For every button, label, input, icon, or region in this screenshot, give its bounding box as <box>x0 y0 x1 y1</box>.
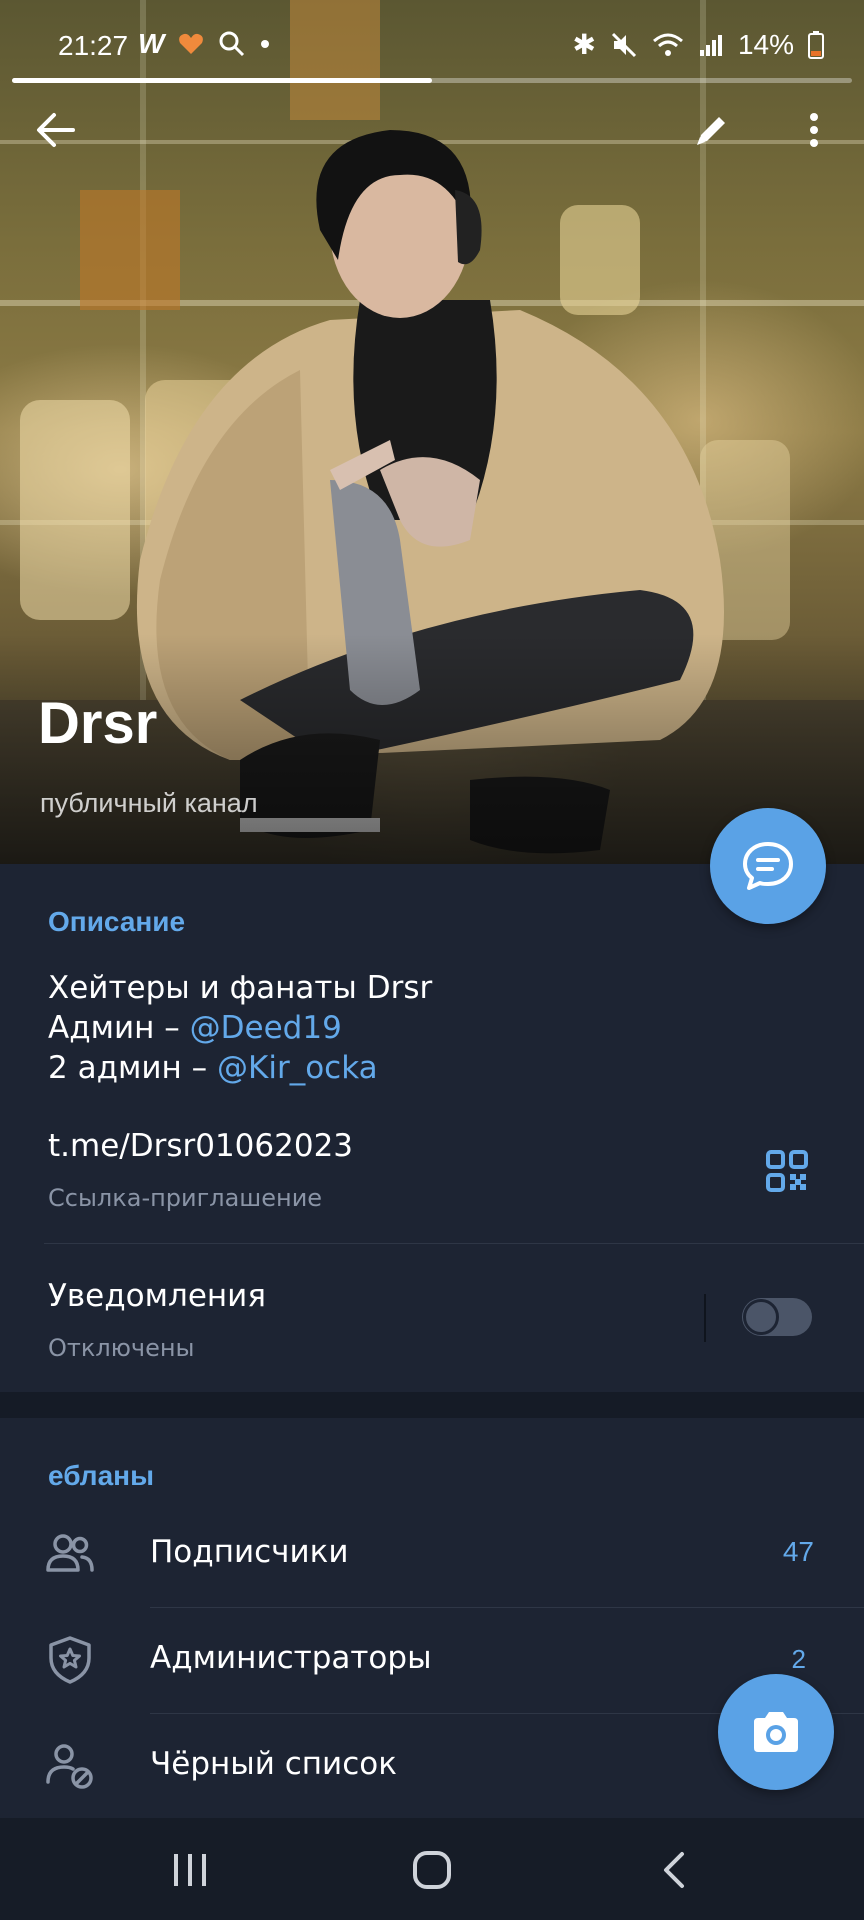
dot-icon <box>261 40 270 48</box>
channel-header-photo[interactable]: 21:27 W ✱ 14% Drsr публичный канал <box>0 0 864 864</box>
notifications-label: Уведомления <box>48 1278 266 1314</box>
open-chat-button[interactable] <box>710 808 826 924</box>
people-icon <box>46 1534 94 1572</box>
channel-name: Drsr <box>38 691 158 756</box>
battery-percent: 14% <box>737 28 794 60</box>
camera-icon <box>754 1712 798 1752</box>
administrators-label: Администраторы <box>150 1640 432 1676</box>
description-title: Описание <box>48 906 186 937</box>
administrators-count: 2 <box>791 1644 806 1674</box>
photo-progress-fill <box>12 78 432 83</box>
w-app-icon: W <box>138 28 165 59</box>
notifications-toggle[interactable] <box>742 1298 812 1336</box>
description-text: Хейтеры и фанаты Drsr Админ – @Deed19 2 … <box>48 968 432 1088</box>
photo-progress-bar <box>12 78 852 83</box>
invite-link[interactable]: t.me/Drsr01062023 <box>48 1128 353 1164</box>
system-navigation-bar <box>0 1818 864 1920</box>
more-menu-button[interactable] <box>784 100 844 160</box>
home-button[interactable] <box>392 1840 472 1900</box>
wifi-icon <box>652 33 683 56</box>
members-section-title: ебланы <box>48 1460 154 1491</box>
section-gap <box>0 1392 864 1418</box>
channel-type: публичный канал <box>40 788 258 818</box>
heart-icon <box>179 33 204 54</box>
subscribers-label: Подписчики <box>150 1534 349 1570</box>
search-icon <box>219 31 245 57</box>
recent-apps-icon <box>174 1854 206 1886</box>
more-vertical-icon <box>810 113 818 147</box>
status-time: 21:27 <box>58 30 129 61</box>
admin-mention-link[interactable]: @Deed19 <box>190 1010 342 1046</box>
notifications-status: Отключены <box>48 1334 195 1362</box>
description-line-3: 2 админ – @Kir_ocka <box>48 1048 432 1088</box>
system-back-button[interactable] <box>634 1840 714 1900</box>
shield-star-icon <box>49 1636 91 1684</box>
description-line-1: Хейтеры и фанаты Drsr <box>48 970 433 1006</box>
set-photo-button[interactable] <box>718 1674 834 1790</box>
notifications-separator <box>704 1294 706 1342</box>
signal-icon <box>699 34 722 56</box>
chevron-left-icon <box>664 1852 684 1888</box>
user-blocked-icon <box>46 1744 93 1789</box>
description-line-3-prefix: 2 админ – <box>48 1050 218 1086</box>
battery-icon <box>808 30 824 59</box>
second-admin-mention-link[interactable]: @Kir_ocka <box>217 1050 378 1086</box>
subscribers-count: 47 <box>782 1536 814 1567</box>
status-bar: 21:27 W ✱ 14% <box>0 20 864 76</box>
status-system-icons: ✱ 14% <box>572 28 824 61</box>
recent-apps-button[interactable] <box>150 1840 230 1900</box>
toggle-knob <box>743 1299 779 1335</box>
description-line-2-prefix: Админ – <box>48 1010 190 1046</box>
chat-bubble-icon <box>743 842 793 890</box>
divider <box>150 1607 864 1608</box>
blacklist-label: Чёрный список <box>150 1746 397 1782</box>
invite-link-caption: Ссылка-приглашение <box>48 1184 323 1212</box>
home-icon <box>413 1851 451 1889</box>
description-line-2: Админ – @Deed19 <box>48 1008 432 1048</box>
back-button[interactable] <box>26 100 86 160</box>
qr-code-icon[interactable] <box>766 1150 808 1192</box>
bluetooth-icon: ✱ <box>572 29 596 60</box>
edit-pencil-icon <box>697 117 725 145</box>
edit-button[interactable] <box>682 100 742 160</box>
mute-icon <box>611 32 637 57</box>
back-arrow-icon <box>37 113 75 147</box>
status-notification-icons: W <box>138 28 270 60</box>
divider <box>44 1243 864 1244</box>
